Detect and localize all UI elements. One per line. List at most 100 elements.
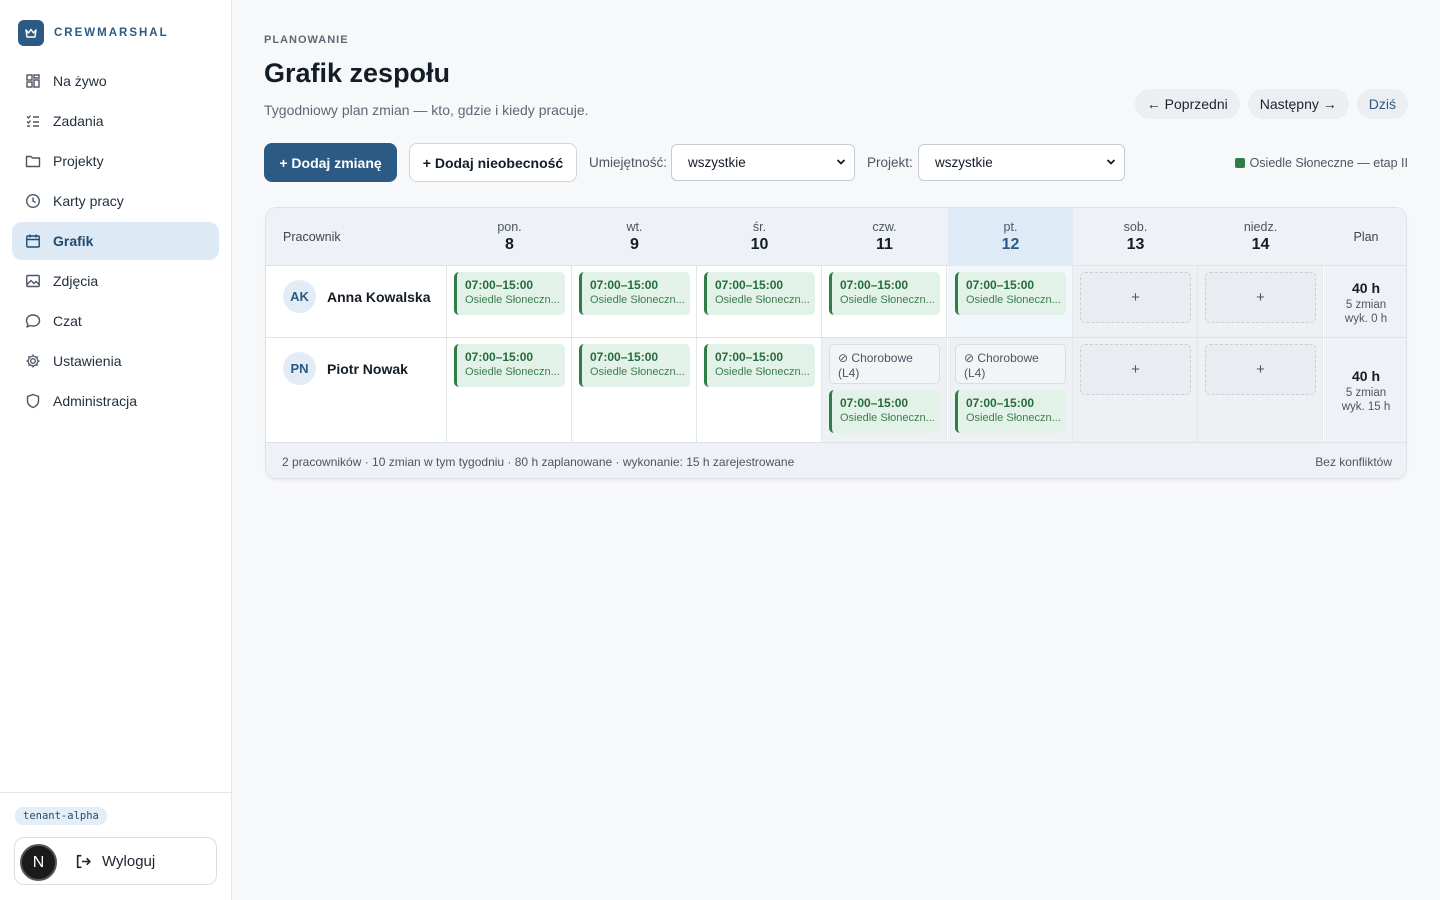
next-week-button[interactable]: Następny → (1247, 89, 1349, 119)
legend-swatch (1234, 158, 1245, 168)
shift-time: 07:00–15:00 (840, 396, 909, 410)
sidebar-item-label: Na żywo (53, 73, 107, 89)
add-shift-slot[interactable]: + (1080, 272, 1191, 323)
folder-icon (25, 155, 41, 168)
sidebar-item-tasks[interactable]: Zadania (12, 102, 219, 140)
plan-shifts: 5 zmian (1345, 387, 1387, 399)
sidebar-item-photos[interactable]: Zdjęcia (12, 262, 219, 300)
plan-summary: 40 h 5 zmian wyk. 0 h (1324, 266, 1406, 337)
plan-hours: 40 h (1351, 280, 1380, 296)
shift-project: Osiedle Słoneczn... (966, 412, 1061, 424)
brand[interactable]: CREWMARSHAL (18, 20, 169, 46)
sidebar-item-chat[interactable]: Czat (12, 302, 219, 340)
sidebar-footer: tenant-alpha N Wyloguj (0, 792, 231, 900)
schedule-grid: Pracownik pon. 8 wt. 9 śr. 10 czw. 11 pt… (265, 207, 1407, 479)
add-shift-button[interactable]: + Dodaj zmianę (264, 143, 397, 182)
employee-name[interactable]: Anna Kowalska (327, 289, 430, 305)
add-absence-button[interactable]: + Dodaj nieobecność (409, 143, 577, 182)
sidebar-item-label: Karty pracy (53, 193, 124, 209)
conflict-status: Bez konfliktów (1315, 455, 1392, 469)
day-cell[interactable]: 07:00–15:00 Osiedle Słoneczn... (822, 266, 947, 337)
previous-week-button[interactable]: ← Poprzedni (1134, 89, 1240, 119)
day-date: 14 (1251, 236, 1270, 253)
week-summary: 2 pracowników · 10 zmian w tym tygodniu … (282, 455, 795, 469)
day-cell: + (1198, 338, 1323, 442)
employee-cell: PN Piotr Nowak (266, 338, 447, 442)
shift-time: 07:00–15:00 (966, 278, 1035, 292)
legend-label: Osiedle Słoneczne — etap II (1249, 156, 1408, 170)
tasks-icon (26, 115, 39, 127)
shift-card[interactable]: 07:00–15:00 Osiedle Słoneczn... (955, 272, 1066, 315)
shift-project: Osiedle Słoneczn... (840, 294, 935, 306)
shift-card[interactable]: 07:00–15:00 Osiedle Słoneczn... (579, 344, 690, 387)
add-shift-slot[interactable]: + (1205, 272, 1316, 323)
shift-project: Osiedle Słoneczn... (465, 366, 560, 378)
sidebar-item-label: Czat (53, 313, 82, 329)
day-cell[interactable]: 07:00–15:00 Osiedle Słoneczn... (447, 338, 572, 442)
page-subtitle: Tygodniowy plan zmian — kto, gdzie i kie… (264, 102, 589, 118)
day-header-sun: niedz. 14 (1198, 208, 1323, 266)
project-legend: Osiedle Słoneczne — etap II (1234, 156, 1408, 170)
logout-button[interactable]: N Wyloguj (14, 837, 217, 885)
project-select[interactable]: wszystkie (918, 144, 1125, 181)
day-header-sat: sob. 13 (1073, 208, 1198, 266)
sidebar-item-label: Projekty (53, 153, 104, 169)
week-navigation: ← Poprzedni Następny → Dziś (1134, 89, 1408, 119)
absence-label: Chorobowe (977, 351, 1039, 365)
sidebar-item-settings[interactable]: Ustawienia (12, 342, 219, 380)
absence-card[interactable]: ⊘ Chorobowe (L4) (829, 344, 940, 384)
day-cell[interactable]: ⊘ Chorobowe (L4) 07:00–15:00 Osiedle Słon… (822, 338, 947, 442)
shift-project: Osiedle Słoneczn... (590, 366, 685, 378)
shift-project: Osiedle Słoneczn... (465, 294, 560, 306)
day-cell[interactable]: 07:00–15:00 Osiedle Słoneczn... (572, 338, 697, 442)
plan-shifts: 5 zmian (1345, 299, 1387, 311)
sidebar-item-projects[interactable]: Projekty (12, 142, 219, 180)
main-nav: Na żywo Zadania Projekty Karty pracy Gra… (12, 62, 219, 422)
day-header-mon: pon. 8 (447, 208, 572, 266)
day-cell: + (1073, 266, 1198, 337)
day-cell[interactable]: 07:00–15:00 Osiedle Słoneczn... (697, 266, 822, 337)
plan-done: wyk. 0 h (1344, 313, 1388, 325)
today-button[interactable]: Dziś (1356, 89, 1408, 119)
sidebar-item-live[interactable]: Na żywo (12, 62, 219, 100)
skill-select[interactable]: wszystkie (671, 144, 855, 181)
add-shift-slot[interactable]: + (1080, 344, 1191, 395)
shift-card[interactable]: 07:00–15:00 Osiedle Słoneczn... (454, 272, 565, 315)
chevron-down-icon (836, 159, 846, 165)
sidebar-item-label: Grafik (53, 233, 94, 249)
shift-card[interactable]: 07:00–15:00 Osiedle Słoneczn... (704, 272, 815, 315)
day-name: pon. (497, 220, 522, 234)
day-date: 8 (505, 236, 514, 253)
shift-card[interactable]: 07:00–15:00 Osiedle Słoneczn... (454, 344, 565, 387)
day-cell[interactable]: ⊘ Chorobowe (L4) 07:00–15:00 Osiedle Słon… (948, 338, 1073, 442)
day-date: 11 (876, 236, 893, 253)
shift-card[interactable]: 07:00–15:00 Osiedle Słoneczn... (955, 390, 1066, 433)
chat-icon (25, 314, 41, 328)
day-date: 10 (750, 236, 769, 253)
day-header-tue: wt. 9 (572, 208, 697, 266)
day-date: 9 (630, 236, 639, 253)
plan-column-header: Plan (1353, 230, 1379, 244)
avatar[interactable]: N (20, 844, 57, 881)
sidebar-item-schedule[interactable]: Grafik (12, 222, 219, 260)
table-row: PN Piotr Nowak 07:00–15:00 Osiedle Słonec… (266, 338, 1406, 443)
table-row: AK Anna Kowalska 07:00–15:00 Osiedle Słon… (266, 266, 1406, 338)
shift-card[interactable]: 07:00–15:00 Osiedle Słoneczn... (579, 272, 690, 315)
day-name: pt. (1003, 220, 1018, 234)
shift-card[interactable]: 07:00–15:00 Osiedle Słoneczn... (829, 390, 940, 433)
no-entry-icon: ⊘ (838, 351, 849, 365)
shield-icon (26, 393, 40, 409)
sidebar-item-admin[interactable]: Administracja (12, 382, 219, 420)
add-shift-slot[interactable]: + (1205, 344, 1316, 395)
absence-card[interactable]: ⊘ Chorobowe (L4) (955, 344, 1066, 384)
employee-name[interactable]: Piotr Nowak (327, 361, 408, 377)
sidebar-item-timesheets[interactable]: Karty pracy (12, 182, 219, 220)
day-cell[interactable]: 07:00–15:00 Osiedle Słoneczn... (948, 266, 1073, 337)
crown-logo-icon (18, 20, 44, 46)
day-cell[interactable]: 07:00–15:00 Osiedle Słoneczn... (572, 266, 697, 337)
day-cell[interactable]: 07:00–15:00 Osiedle Słoneczn... (697, 338, 822, 442)
shift-time: 07:00–15:00 (590, 350, 659, 364)
shift-card[interactable]: 07:00–15:00 Osiedle Słoneczn... (704, 344, 815, 387)
day-cell[interactable]: 07:00–15:00 Osiedle Słoneczn... (447, 266, 572, 337)
shift-card[interactable]: 07:00–15:00 Osiedle Słoneczn... (829, 272, 940, 315)
